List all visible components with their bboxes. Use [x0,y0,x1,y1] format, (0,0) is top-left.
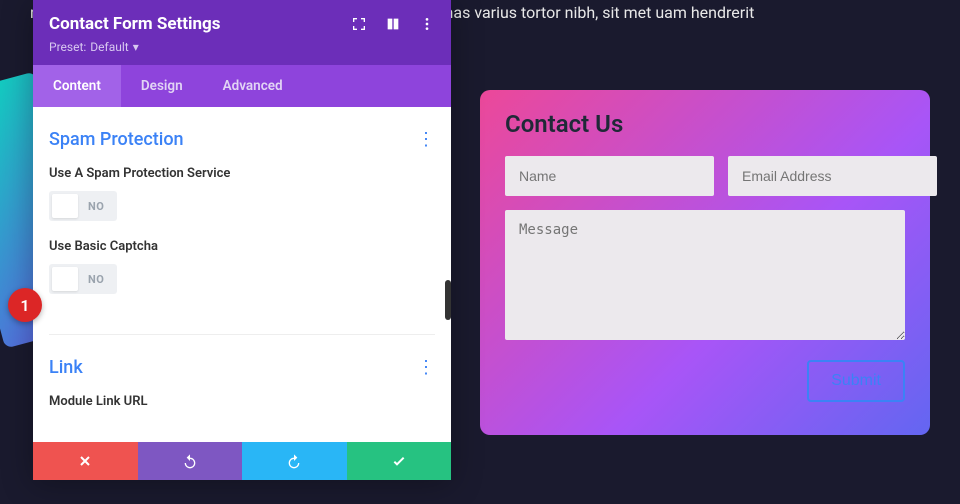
undo-button[interactable] [138,442,243,480]
preset-label: Preset: [49,40,86,54]
redo-icon [286,453,302,469]
panel-body[interactable]: Spam Protection ⋮ Use A Spam Protection … [33,107,451,442]
tabs: Content Design Advanced [33,65,451,107]
settings-panel: Contact Form Settings Preset: Default ▾ … [33,0,451,480]
tab-design[interactable]: Design [121,65,203,107]
basic-captcha-label: Use Basic Captcha [49,239,435,254]
section-link: Link ⋮ Module Link URL [49,335,435,441]
spam-service-label: Use A Spam Protection Service [49,166,435,181]
message-textarea[interactable] [505,210,905,340]
redo-button[interactable] [242,442,347,480]
toggle-knob [52,267,78,291]
section-menu-icon[interactable]: ⋮ [417,131,435,149]
submit-button[interactable]: Submit [807,360,905,402]
tab-advanced[interactable]: Advanced [203,65,303,107]
section-link-title: Link [49,357,83,378]
section-spam: Spam Protection ⋮ Use A Spam Protection … [49,107,435,335]
preset-selector[interactable]: Preset: Default ▾ [49,40,139,54]
chevron-down-icon: ▾ [133,40,139,54]
module-link-url-label: Module Link URL [49,394,435,409]
check-icon [391,453,407,469]
step-badge: 1 [8,288,42,322]
contact-form-preview: Contact Us Submit [480,90,930,435]
panel-header: Contact Form Settings Preset: Default ▾ [33,0,451,65]
toggle-label: NO [78,273,114,286]
expand-icon[interactable] [351,16,367,32]
close-icon [77,453,93,469]
save-button[interactable] [347,442,452,480]
basic-captcha-toggle[interactable]: NO [49,264,117,294]
preset-value: Default [90,40,128,54]
name-input[interactable] [505,156,714,196]
column-icon[interactable] [385,16,401,32]
contact-title: Contact Us [505,110,905,138]
panel-title: Contact Form Settings [49,14,221,34]
cancel-button[interactable] [33,442,138,480]
spam-service-toggle[interactable]: NO [49,191,117,221]
more-icon[interactable] [419,16,435,32]
section-spam-title: Spam Protection [49,129,184,150]
email-input[interactable] [728,156,937,196]
undo-icon [182,453,198,469]
panel-footer [33,442,451,480]
scrollbar-thumb[interactable] [445,280,451,320]
tab-content[interactable]: Content [33,65,121,107]
section-menu-icon[interactable]: ⋮ [417,359,435,377]
toggle-knob [52,194,78,218]
toggle-label: NO [78,200,114,213]
